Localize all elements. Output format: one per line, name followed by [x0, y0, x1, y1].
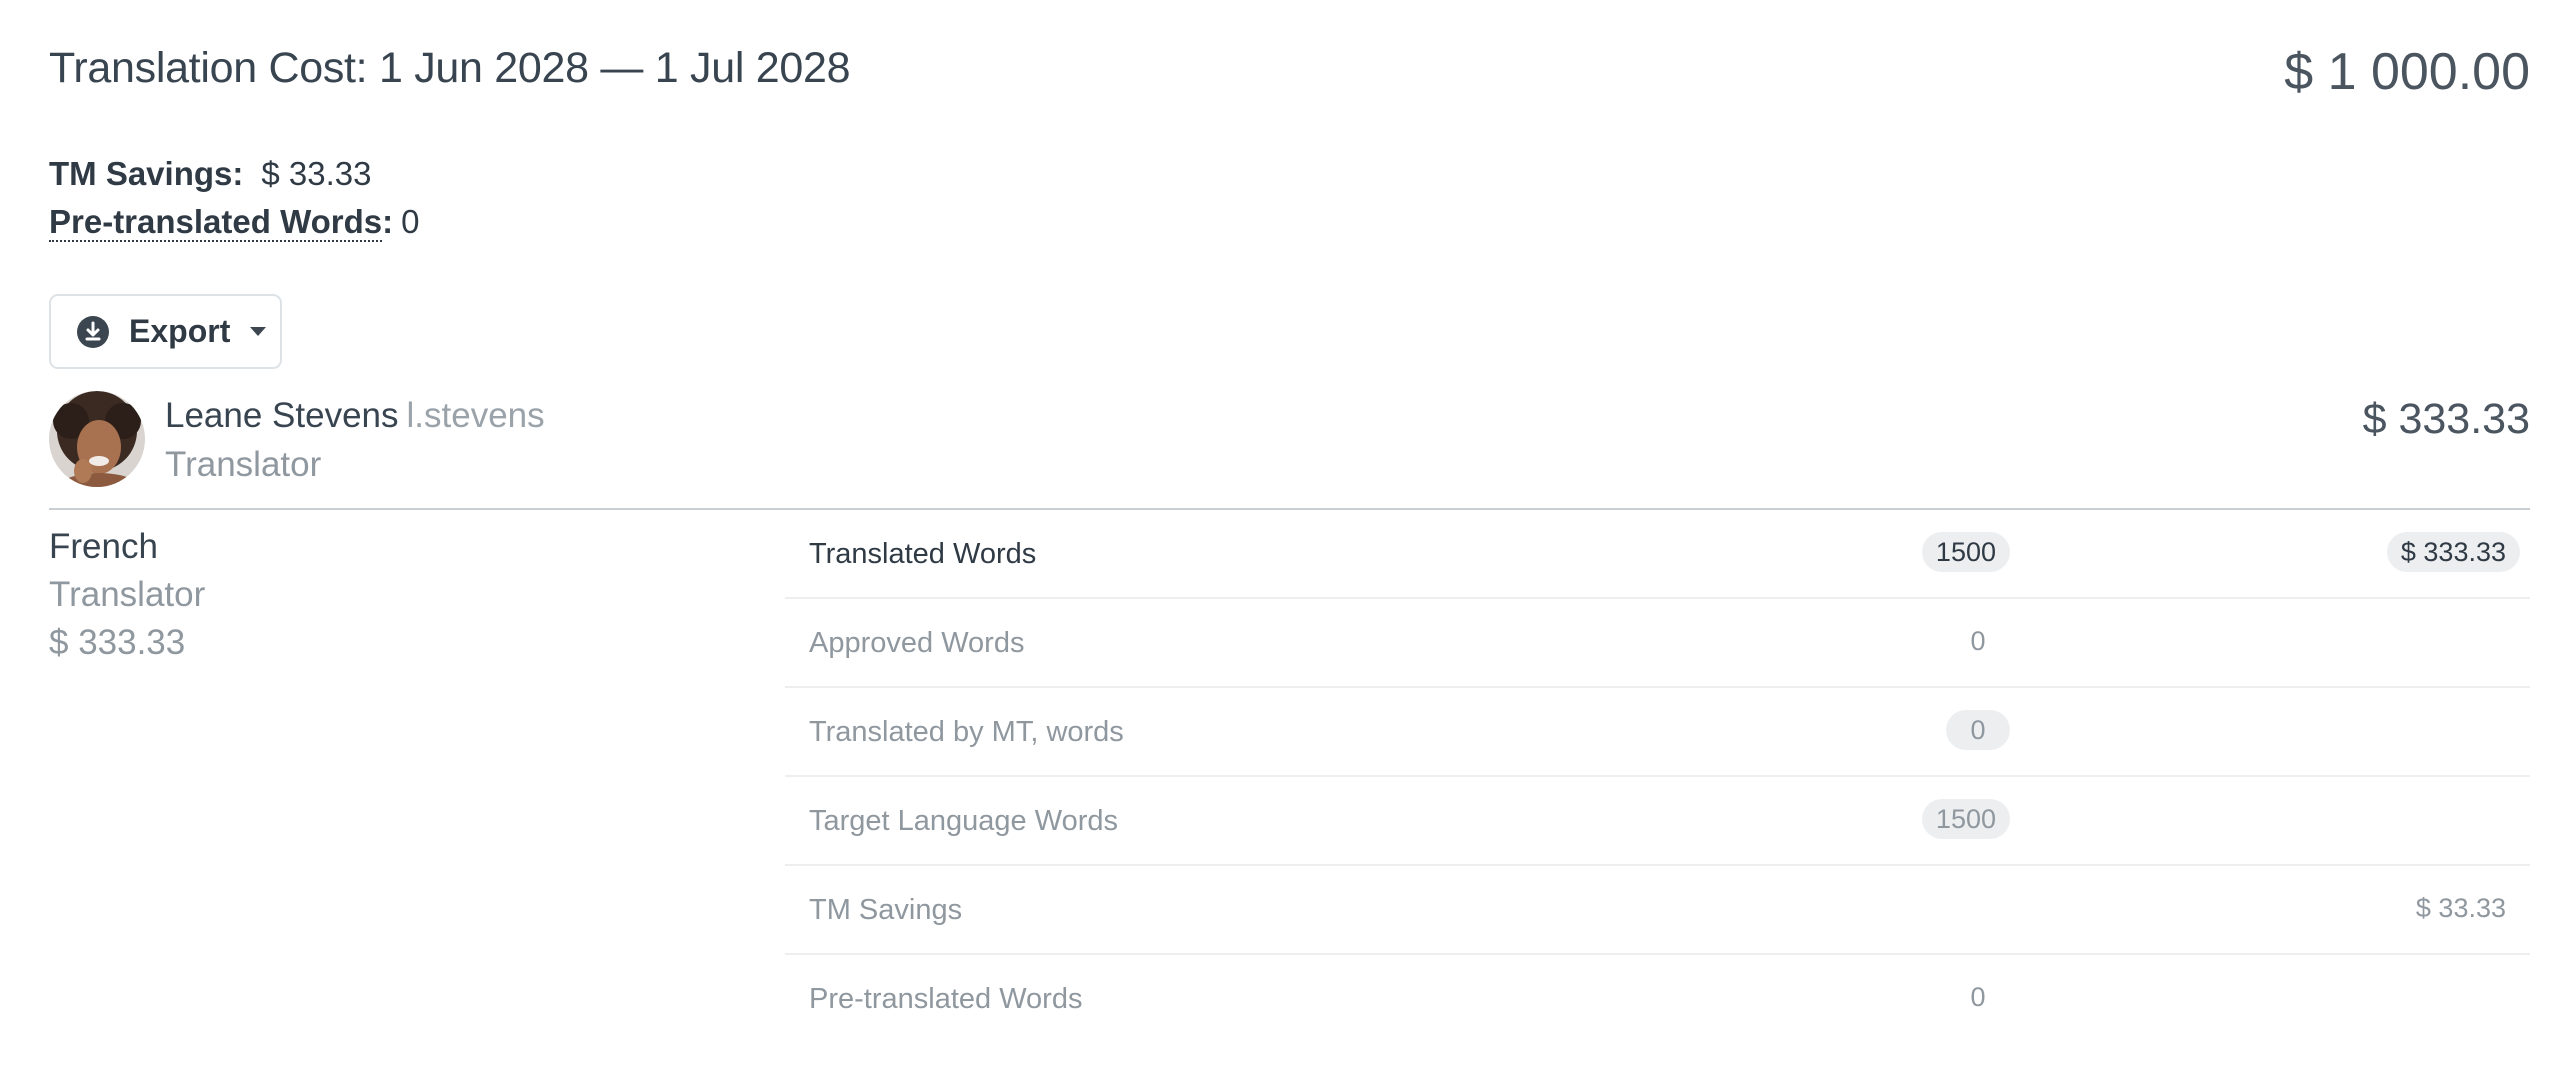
tm-savings-label: TM Savings:	[49, 155, 244, 192]
stat-row-tm-savings: TM Savings $ 33.33	[785, 866, 2530, 955]
pretranslated-label[interactable]: Pre-translated Words	[49, 203, 383, 242]
user-role: Translator	[165, 445, 322, 484]
stat-label: Approved Words	[809, 627, 1025, 659]
user-login: l.stevens	[406, 396, 545, 435]
language-name: French	[49, 527, 158, 566]
stat-amount: $ 33.33	[2415, 893, 2506, 923]
stat-row-target-language-words: Target Language Words 1500	[785, 777, 2530, 866]
stat-label: Translated Words	[809, 538, 1037, 570]
stat-amount-badge: $ 333.33	[2386, 532, 2520, 572]
pretranslated-summary: Pre-translated Words: 0	[49, 203, 420, 242]
stat-row-pretranslated-words: Pre-translated Words 0	[785, 955, 2530, 1044]
stat-count-badge: 1500	[1921, 532, 2010, 572]
stat-row-approved-words: Approved Words 0	[785, 599, 2530, 688]
user-full-name: Leane Stevens	[165, 396, 399, 435]
export-label: Export	[129, 313, 231, 349]
stat-row-mt-words: Translated by MT, words 0	[785, 688, 2530, 777]
stat-label: Pre-translated Words	[809, 983, 1083, 1015]
page-title: Translation Cost: 1 Jun 2028 — 1 Jul 202…	[49, 44, 851, 92]
avatar	[49, 391, 145, 487]
user-cost: $ 333.33	[2362, 395, 2530, 443]
stat-count-badge: 1500	[1921, 799, 2010, 839]
download-icon	[77, 315, 109, 348]
stat-row-translated-words: Translated Words 1500 $ 333.33	[785, 510, 2530, 599]
stat-label: Target Language Words	[809, 805, 1119, 837]
chevron-down-icon	[250, 327, 267, 336]
user-name: Leane Stevens l.stevens	[165, 396, 545, 436]
stats-table: Translated Words 1500 $ 333.33 Approved …	[785, 510, 2530, 1044]
language-cost: $ 333.33	[49, 623, 186, 662]
pretranslated-value: 0	[401, 203, 420, 240]
stat-count-badge: 0	[1946, 710, 2010, 750]
tm-savings-value: $ 33.33	[261, 155, 372, 192]
stat-label: Translated by MT, words	[809, 716, 1124, 748]
stat-count: 0	[1970, 982, 1986, 1012]
language-role: Translator	[49, 575, 206, 614]
total-cost: $ 1 000.00	[2284, 43, 2530, 101]
tm-savings-summary: TM Savings: $ 33.33	[49, 155, 371, 193]
export-button[interactable]: Export	[49, 294, 282, 369]
stat-count: 0	[1970, 626, 1986, 656]
stat-label: TM Savings	[809, 894, 963, 926]
